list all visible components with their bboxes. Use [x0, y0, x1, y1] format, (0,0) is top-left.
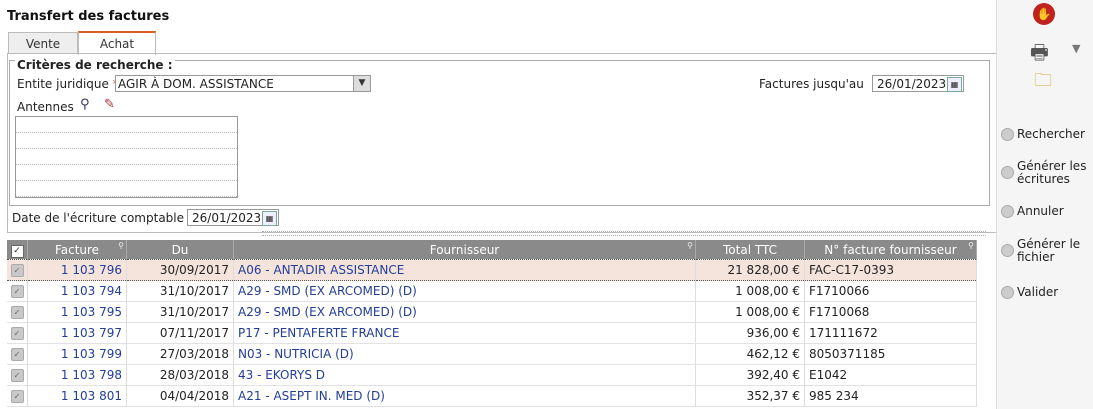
radio-icon: [1001, 166, 1014, 179]
row-checkbox[interactable]: ✓: [10, 369, 24, 382]
select-all-header[interactable]: ✓: [7, 240, 28, 260]
row-checkbox[interactable]: ✓: [10, 285, 24, 298]
calendar-icon[interactable]: ▦: [947, 77, 962, 92]
antennes-list[interactable]: [15, 116, 238, 198]
cell-facture: 1 103 794: [27, 280, 127, 302]
cell-fournisseur[interactable]: A29 - SMD (EX ARCOMED) (D): [233, 301, 696, 323]
cell-facture: 1 103 796: [27, 259, 127, 281]
cell-du: 31/10/2017: [126, 301, 234, 323]
cell-num-fournisseur: F1710066: [804, 280, 977, 302]
cell-ttc: 1 008,00 €: [695, 301, 805, 323]
stop-hand-icon[interactable]: ✋: [1033, 3, 1055, 25]
cell-du: 27/03/2018: [126, 343, 234, 365]
cell-facture: 1 103 798: [27, 364, 127, 386]
search-icon[interactable]: ⚲: [968, 241, 974, 250]
cell-num-fournisseur: 171111672: [804, 322, 977, 344]
cell-ttc: 21 828,00 €: [695, 259, 805, 281]
table-row[interactable]: ✓ 1 103 797 07/11/2017 P17 - PENTAFERTE …: [7, 322, 977, 344]
entite-value: AGIR À DOM. ASSISTANCE: [118, 77, 274, 91]
cell-ttc: 392,40 €: [695, 364, 805, 386]
table-row[interactable]: ✓ 1 103 801 04/04/2018 A21 - ASEPT IN. M…: [7, 385, 977, 407]
row-checkbox[interactable]: ✓: [10, 390, 24, 403]
tab-vente[interactable]: Vente: [8, 32, 78, 54]
row-checkbox[interactable]: ✓: [10, 348, 24, 361]
cell-ttc: 352,37 €: [695, 385, 805, 407]
col-du[interactable]: Du: [126, 240, 234, 260]
ecriture-date-field[interactable]: 26/01/2023 ▦: [187, 209, 279, 226]
cell-du: 30/09/2017: [126, 259, 234, 281]
chevron-down-icon[interactable]: ▼: [1072, 42, 1080, 55]
eraser-icon[interactable]: ✎: [104, 97, 115, 112]
cell-num-fournisseur: FAC-C17-0393: [804, 259, 977, 281]
cell-du: 07/11/2017: [126, 322, 234, 344]
page-title: Transfert des factures: [7, 9, 170, 24]
row-checkbox[interactable]: ✓: [10, 327, 24, 340]
cell-ttc: 1 008,00 €: [695, 280, 805, 302]
factures-date-value: 26/01/2023: [877, 77, 947, 91]
select-all-checkbox[interactable]: ✓: [10, 244, 24, 258]
search-icon[interactable]: ⚲: [118, 241, 124, 250]
radio-icon: [1001, 128, 1014, 141]
cell-fournisseur[interactable]: N03 - NUTRICIA (D): [233, 343, 696, 365]
row-checkbox[interactable]: ✓: [10, 264, 24, 277]
col-fournisseur[interactable]: Fournisseur ⚲: [233, 240, 696, 260]
ecriture-label: Date de l'écriture comptable *: [12, 211, 194, 225]
cell-facture: 1 103 795: [27, 301, 127, 323]
cell-facture: 1 103 801: [27, 385, 127, 407]
cell-du: 31/10/2017: [126, 280, 234, 302]
radio-icon: [1001, 244, 1014, 257]
cell-num-fournisseur: F1710068: [804, 301, 977, 323]
calendar-icon[interactable]: ▦: [262, 211, 277, 226]
cell-fournisseur[interactable]: P17 - PENTAFERTE FRANCE: [233, 322, 696, 344]
row-checkbox[interactable]: ✓: [10, 306, 24, 319]
table-row[interactable]: ✓ 1 103 794 31/10/2017 A29 - SMD (EX ARC…: [7, 280, 977, 302]
ecriture-date-value: 26/01/2023: [192, 211, 262, 225]
invoice-table: ✓ Facture ⚲ Du Fournisseur ⚲ Total TTC N° …: [7, 240, 977, 407]
search-icon[interactable]: ⚲: [687, 241, 693, 250]
cell-fournisseur[interactable]: A06 - ANTADIR ASSISTANCE: [233, 259, 696, 281]
col-total-ttc[interactable]: Total TTC: [695, 240, 805, 260]
chevron-down-icon[interactable]: ▼: [353, 76, 370, 91]
col-facture[interactable]: Facture ⚲: [27, 240, 127, 260]
radio-icon: [1001, 205, 1014, 218]
printer-icon[interactable]: 🖶: [1030, 38, 1049, 72]
cell-facture: 1 103 799: [27, 343, 127, 365]
col-num-facture-fournisseur[interactable]: N° facture fournisseur ⚲: [804, 240, 977, 260]
entite-select[interactable]: AGIR À DOM. ASSISTANCE ▼: [115, 75, 371, 92]
factures-date-field[interactable]: 26/01/2023 ▦: [872, 75, 964, 92]
tab-achat[interactable]: Achat: [78, 31, 156, 55]
cell-fournisseur[interactable]: A29 - SMD (EX ARCOMED) (D): [233, 280, 696, 302]
radio-icon: [1001, 286, 1014, 299]
table-row[interactable]: ✓ 1 103 798 28/03/2018 43 - EKORYS D 392…: [7, 364, 977, 386]
cell-facture: 1 103 797: [27, 322, 127, 344]
cell-num-fournisseur: 8050371185: [804, 343, 977, 365]
cell-ttc: 462,12 €: [695, 343, 805, 365]
table-row[interactable]: ✓ 1 103 795 31/10/2017 A29 - SMD (EX ARC…: [7, 301, 977, 323]
entite-label: Entite juridique *: [17, 77, 119, 91]
factures-label: Factures jusqu'au: [759, 77, 864, 91]
cell-du: 04/04/2018: [126, 385, 234, 407]
table-row[interactable]: ✓ 1 103 799 27/03/2018 N03 - NUTRICIA (D…: [7, 343, 977, 365]
cell-ttc: 936,00 €: [695, 322, 805, 344]
antennes-label: Antennes: [17, 100, 74, 114]
cell-num-fournisseur: E1042: [804, 364, 977, 386]
criteria-legend: Critères de recherche :: [15, 58, 175, 72]
binoculars-icon[interactable]: ⚲: [80, 97, 90, 112]
cell-fournisseur[interactable]: 43 - EKORYS D: [233, 364, 696, 386]
panel-splitter[interactable]: [262, 231, 986, 236]
cell-fournisseur[interactable]: A21 - ASEPT IN. MED (D): [233, 385, 696, 407]
folder-icon[interactable]: 🗀: [1034, 68, 1052, 98]
cell-num-fournisseur: 985 234: [804, 385, 977, 407]
cell-du: 28/03/2018: [126, 364, 234, 386]
table-row[interactable]: ✓ 1 103 796 30/09/2017 A06 - ANTADIR ASS…: [7, 259, 977, 281]
